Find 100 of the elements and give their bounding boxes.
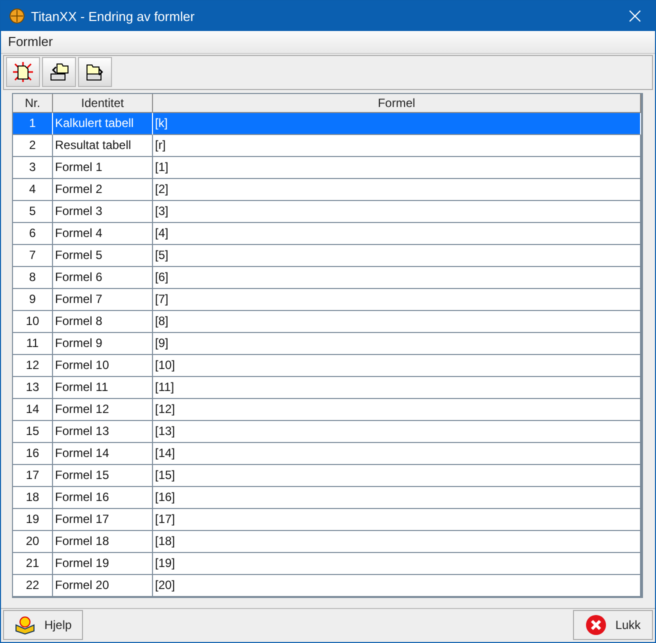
table-row[interactable]: 6 Formel 4 [4] — [13, 222, 641, 245]
table-cell: Formel 18 — [53, 530, 153, 553]
table-cell: [7] — [153, 288, 641, 311]
table-cell: [4] — [153, 222, 641, 245]
table-cell: 3 — [13, 156, 53, 179]
table-cell: [20] — [153, 574, 641, 597]
table-cell: 17 — [13, 464, 53, 487]
import-button[interactable] — [42, 57, 76, 88]
table-cell: 9 — [13, 288, 53, 311]
table-cell: 15 — [13, 420, 53, 443]
table-row[interactable]: 17 Formel 15 [15] — [13, 464, 641, 487]
table-cell: Formel 10 — [53, 354, 153, 377]
table-cell: [3] — [153, 200, 641, 223]
table-cell: 19 — [13, 508, 53, 531]
close-button[interactable]: × — [615, 1, 655, 31]
table-row[interactable]: 2 Resultat tabell [r] — [13, 134, 641, 157]
table-cell: [16] — [153, 486, 641, 509]
table-cell: Formel 11 — [53, 376, 153, 399]
table-row[interactable]: 18 Formel 16 [16] — [13, 486, 641, 509]
table-row[interactable]: 1 Kalkulert tabell [k] — [13, 112, 641, 135]
column-header[interactable]: Nr. — [13, 94, 53, 113]
close-dialog-button[interactable]: Lukk — [573, 610, 653, 640]
table-row[interactable]: 16 Formel 14 [14] — [13, 442, 641, 465]
table-cell: Formel 13 — [53, 420, 153, 443]
column-header[interactable]: Formel — [153, 94, 641, 113]
table-cell: Formel 7 — [53, 288, 153, 311]
table-cell: Formel 8 — [53, 310, 153, 333]
table-row[interactable]: 4 Formel 2 [2] — [13, 178, 641, 201]
table-cell: [k] — [153, 112, 641, 135]
table-cell: [1] — [153, 156, 641, 179]
table-cell: [11] — [153, 376, 641, 399]
app-logo-icon — [9, 8, 25, 24]
table-cell: [2] — [153, 178, 641, 201]
table-row[interactable]: 13 Formel 11 [11] — [13, 376, 641, 399]
table-cell: 12 — [13, 354, 53, 377]
table-cell: Formel 14 — [53, 442, 153, 465]
table-cell: 21 — [13, 552, 53, 575]
table-cell: [15] — [153, 464, 641, 487]
table-row[interactable]: 5 Formel 3 [3] — [13, 200, 641, 223]
table-cell: [9] — [153, 332, 641, 355]
table-row[interactable]: 10 Formel 8 [8] — [13, 310, 641, 333]
table-cell: Formel 6 — [53, 266, 153, 289]
table-cell: 22 — [13, 574, 53, 597]
new-button[interactable] — [6, 57, 40, 88]
table-cell: Formel 5 — [53, 244, 153, 267]
table-cell: Formel 3 — [53, 200, 153, 223]
table-cell: Resultat tabell — [53, 134, 153, 157]
table-cell: [8] — [153, 310, 641, 333]
table-row[interactable]: 12 Formel 10 [10] — [13, 354, 641, 377]
table-cell: Formel 4 — [53, 222, 153, 245]
table-cell: [14] — [153, 442, 641, 465]
export-button[interactable] — [78, 57, 112, 88]
window-title: TitanXX - Endring av formler — [31, 8, 196, 24]
table-cell: Kalkulert tabell — [53, 112, 153, 135]
help-button[interactable]: Hjelp — [3, 610, 83, 640]
table-row[interactable]: 20 Formel 18 [18] — [13, 530, 641, 553]
table-cell: Formel 20 — [53, 574, 153, 597]
table-cell: [6] — [153, 266, 641, 289]
table-row[interactable]: 3 Formel 1 [1] — [13, 156, 641, 179]
table-row[interactable]: 14 Formel 12 [12] — [13, 398, 641, 421]
table-cell: [18] — [153, 530, 641, 553]
new-document-icon — [12, 61, 34, 84]
table-row[interactable]: 19 Formel 17 [17] — [13, 508, 641, 531]
table-cell: [r] — [153, 134, 641, 157]
import-folder-icon — [48, 61, 70, 84]
table-cell: 5 — [13, 200, 53, 223]
table-row[interactable]: 7 Formel 5 [5] — [13, 244, 641, 267]
close-circle-icon — [585, 614, 608, 636]
table-row[interactable]: 22 Formel 20 [20] — [13, 574, 641, 597]
table-cell: 6 — [13, 222, 53, 245]
table-cell: [13] — [153, 420, 641, 443]
table-cell: [12] — [153, 398, 641, 421]
table-cell: [10] — [153, 354, 641, 377]
table-cell: Formel 17 — [53, 508, 153, 531]
table-cell: Formel 1 — [53, 156, 153, 179]
table-cell: 7 — [13, 244, 53, 267]
table-row[interactable]: 11 Formel 9 [9] — [13, 332, 641, 355]
table-cell: 2 — [13, 134, 53, 157]
table-cell: 13 — [13, 376, 53, 399]
table-cell: 18 — [13, 486, 53, 509]
table-row[interactable]: 15 Formel 13 [13] — [13, 420, 641, 443]
table-row[interactable]: 9 Formel 7 [7] — [13, 288, 641, 311]
table-cell: 20 — [13, 530, 53, 553]
table-cell: Formel 9 — [53, 332, 153, 355]
column-header[interactable]: Identitet — [53, 94, 153, 113]
table-cell: 14 — [13, 398, 53, 421]
table-cell: Formel 15 — [53, 464, 153, 487]
table-cell: [19] — [153, 552, 641, 575]
table-row[interactable]: 8 Formel 6 [6] — [13, 266, 641, 289]
table-row[interactable]: 21 Formel 19 [19] — [13, 552, 641, 575]
table-cell: 8 — [13, 266, 53, 289]
table-cell: [5] — [153, 244, 641, 267]
table-cell: 4 — [13, 178, 53, 201]
table-cell: Formel 19 — [53, 552, 153, 575]
table-cell: Formel 12 — [53, 398, 153, 421]
help-book-icon — [14, 615, 36, 636]
table-cell: 10 — [13, 310, 53, 333]
table-cell: Formel 16 — [53, 486, 153, 509]
menu-item[interactable]: Formler — [7, 34, 54, 50]
table-cell: 11 — [13, 332, 53, 355]
